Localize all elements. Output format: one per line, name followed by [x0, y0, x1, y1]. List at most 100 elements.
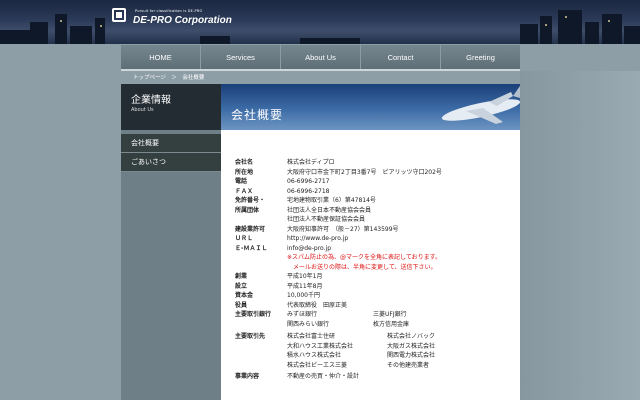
sidebar-subtitle: About Us: [131, 107, 154, 113]
logo[interactable]: [112, 8, 126, 22]
info-row: 電話 06-6996-2717: [221, 177, 520, 187]
info-label: 建設業許可: [235, 225, 266, 233]
info-row: 設立 平成11年8月: [221, 282, 520, 292]
nav-services[interactable]: Services: [201, 45, 281, 69]
info-value: 株式会社富士住研 株式会社ノバック 大和ハウス工業株式会社 大阪ガス株式会社 積水ハウス…: [287, 332, 520, 370]
info-cell: 三菱UFJ銀行: [373, 311, 407, 318]
right-background: [520, 71, 640, 400]
breadcrumb[interactable]: トップページ ＞ 会社概要: [133, 73, 204, 81]
info-value: 不動産の売買・仲介・設計: [287, 373, 360, 380]
info-value: 10,000千円: [287, 291, 520, 301]
info-label: 役員: [235, 301, 248, 309]
page-title: 会社概要: [231, 108, 284, 122]
info-line: 平成10年1月: [287, 273, 323, 280]
info-line: info@de-pro.jp: [287, 244, 332, 252]
sidebar-header: 企業情報 About Us: [121, 84, 221, 130]
info-row: ＦＡＸ 06-6996-2718: [221, 187, 520, 197]
info-value: 大阪府知事許可 （般－27）第143599号: [287, 225, 520, 235]
logo-icon: [112, 8, 126, 22]
info-line: 積水ハウス株式会社 関西電力株式会社: [287, 351, 520, 361]
nav-contact[interactable]: Contact: [361, 45, 441, 69]
info-row: Ｅ-ＭＡＩＬ info@de-pro.jp ※スパム防止の為、@マークを全角に表記し…: [221, 244, 520, 273]
info-cell: 株式会社富士住研: [287, 333, 336, 340]
info-label: ＦＡＸ: [235, 187, 254, 195]
nav-divider: [121, 69, 520, 71]
info-label: 所在地: [235, 168, 254, 176]
info-cell: 関西電力株式会社: [387, 352, 436, 359]
info-value: 平成11年8月: [287, 282, 520, 292]
info-value: 06-6996-2717: [287, 177, 520, 187]
company-info-table: 会社名 株式会社ディプロ所在地 大阪府守口市金下町2丁目3番7号 ピアリッツ守口20…: [221, 130, 520, 400]
info-label: 免許番号・: [235, 197, 266, 204]
info-value: http://www.de-pro.jp: [287, 234, 520, 244]
page-banner: 会社概要: [221, 84, 520, 130]
info-row: 主要取引銀行 みずほ銀行 三菱UFJ銀行関西みらい銀行 枚方信用金庫: [221, 310, 520, 329]
info-label: Ｅ-ＭＡＩＬ: [235, 244, 268, 252]
info-value: 平成10年1月: [287, 272, 520, 282]
info-cell: 枚方信用金庫: [373, 320, 410, 328]
info-label: 所属団体: [235, 206, 260, 214]
info-label: 資本金: [235, 292, 254, 299]
info-line: 10,000千円: [287, 292, 320, 299]
info-row: 創業 平成10年1月: [221, 272, 520, 282]
info-label: 電話: [235, 178, 248, 185]
sidebar-item-company-profile[interactable]: 会社概要: [121, 134, 221, 153]
info-note: メールお送りの際は、半角に変更して、送信下さい。: [287, 263, 437, 271]
info-cell: 大阪ガス株式会社: [387, 342, 436, 350]
nav-about-us[interactable]: About Us: [281, 45, 361, 69]
info-line: 社団法人不動産保証協会会員: [287, 216, 366, 223]
info-row: 所属団体 社団法人全日本不動産協会会員 社団法人不動産保証協会会員: [221, 206, 520, 225]
info-row: 役員 代表取締役 田原正美: [221, 301, 520, 311]
info-row: ＵＲＬ http://www.de-pro.jp: [221, 234, 520, 244]
info-cell: みずほ銀行: [287, 311, 318, 318]
info-line: 大阪府知事許可 （般－27）第143599号: [287, 225, 399, 233]
info-row: 所在地 大阪府守口市金下町2丁目3番7号 ピアリッツ守口202号: [221, 168, 520, 178]
info-cell: 大和ハウス工業株式会社: [287, 342, 354, 350]
info-label: 創業: [235, 273, 248, 280]
info-cell: 積水ハウス株式会社: [287, 352, 342, 359]
info-line: 06-6996-2718: [287, 187, 330, 195]
info-row: 資本金 10,000千円: [221, 291, 520, 301]
info-cell: 関西みらい銀行: [287, 320, 330, 328]
info-value: 大阪府守口市金下町2丁目3番7号 ピアリッツ守口202号: [287, 168, 520, 178]
info-line: 株式会社ピーエス三菱 その他建売業者: [287, 361, 520, 371]
info-note: ※スパム防止の為、@マークを全角に表記しております。: [287, 254, 442, 261]
info-row: 免許番号・ 宅地建物取引業（6）第47814号: [221, 196, 520, 206]
info-line: 代表取締役 田原正美: [287, 301, 348, 309]
info-value: 06-6996-2718: [287, 187, 520, 197]
info-label: ＵＲＬ: [235, 235, 254, 242]
info-line: みずほ銀行 三菱UFJ銀行: [287, 310, 520, 320]
info-label: 事業内容: [235, 373, 260, 380]
info-line: 大和ハウス工業株式会社 大阪ガス株式会社: [287, 342, 520, 352]
info-cell: 株式会社ピーエス三菱: [287, 361, 348, 369]
info-line: 株式会社富士住研 株式会社ノバック: [287, 332, 520, 342]
main-nav: HOME Services About Us Contact Greeting: [121, 45, 520, 69]
info-value: みずほ銀行 三菱UFJ銀行関西みらい銀行 枚方信用金庫: [287, 310, 520, 329]
info-row: 会社名 株式会社ディプロ: [221, 158, 520, 168]
info-value: 株式会社ディプロ: [287, 158, 520, 168]
info-label: 主要取引先: [235, 333, 266, 340]
info-line: 社団法人全日本不動産協会会員: [287, 206, 372, 214]
site-header: Pursuit for classification is DE-PRO DE-…: [0, 0, 640, 44]
info-line: 宅地建物取引業（6）第47814号: [287, 197, 376, 204]
info-label: 主要取引銀行: [235, 311, 272, 318]
info-row: 建設業許可 大阪府知事許可 （般－27）第143599号: [221, 225, 520, 235]
company-logo-name[interactable]: DE-PRO Corporation: [133, 15, 232, 26]
sidebar-title: 企業情報: [131, 95, 171, 106]
info-label: 会社名: [235, 159, 254, 166]
info-line: 関西みらい銀行 枚方信用金庫: [287, 320, 520, 330]
info-value: 社団法人全日本不動産協会会員 社団法人不動産保証協会会員: [287, 206, 520, 225]
info-line: 株式会社ディプロ: [287, 159, 335, 166]
logo-tagline: Pursuit for classification is DE-PRO: [135, 9, 203, 13]
nav-greeting[interactable]: Greeting: [441, 45, 520, 69]
info-cell: その他建売業者: [387, 361, 430, 369]
info-line: 06-6996-2717: [287, 178, 330, 185]
info-value: info@de-pro.jp ※スパム防止の為、@マークを全角に表記しております。…: [287, 244, 520, 273]
info-line: 平成11年8月: [287, 282, 323, 290]
info-cell: 株式会社ノバック: [387, 333, 436, 340]
sidebar: 企業情報 About Us 会社概要 ごあいさつ: [121, 84, 221, 400]
info-line: http://www.de-pro.jp: [287, 235, 349, 242]
nav-home[interactable]: HOME: [121, 45, 201, 69]
info-label: 設立: [235, 282, 248, 290]
sidebar-item-greeting[interactable]: ごあいさつ: [121, 153, 221, 172]
